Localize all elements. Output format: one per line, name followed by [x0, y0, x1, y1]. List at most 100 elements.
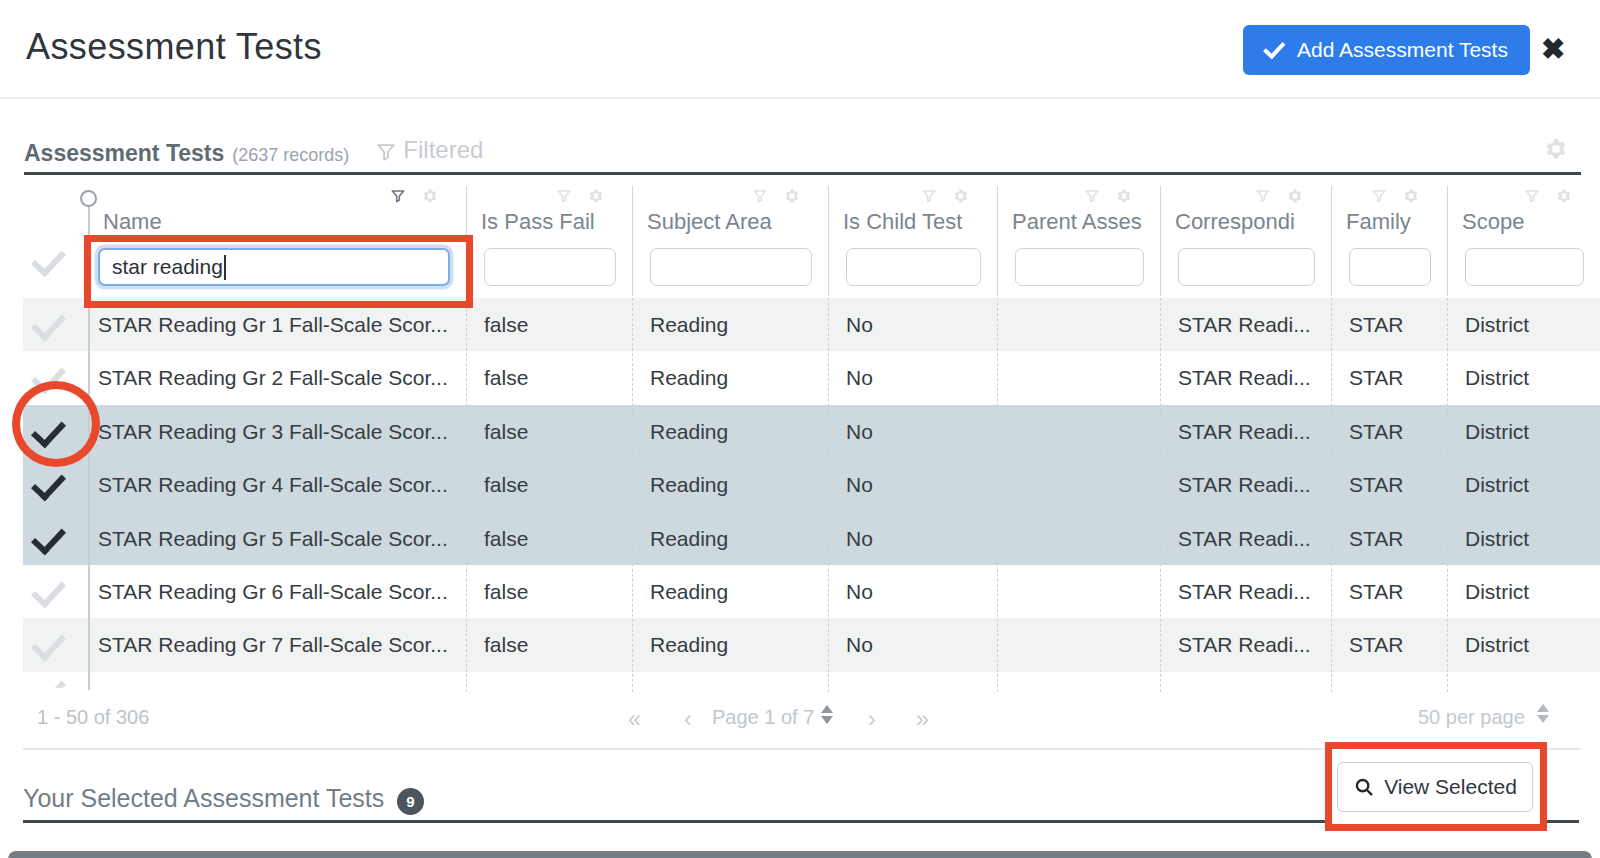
row-check-icon[interactable]: [31, 519, 66, 555]
table-cell: Reading: [650, 512, 820, 565]
table-cell: STAR: [1349, 298, 1439, 351]
table-cell: STAR Readi...: [1178, 618, 1323, 671]
table-row[interactable]: STAR Reading Gr 2 Fall-Scale Scor... fals…: [23, 351, 1600, 404]
column-separator-dashed: [997, 298, 998, 692]
magnifier-icon: [1353, 776, 1375, 798]
column-settings-icon[interactable]: [784, 188, 800, 208]
row-check-icon[interactable]: [31, 306, 66, 342]
table-cell: STAR: [1349, 351, 1439, 404]
per-page-label[interactable]: 50 per page: [1418, 706, 1525, 729]
table-cell: District: [1465, 565, 1592, 618]
table-cell: STAR: [1349, 565, 1439, 618]
table-cell: false: [484, 351, 624, 404]
filter-input-scope[interactable]: [1465, 248, 1584, 286]
table-row[interactable]: STAR Reading Gr 3 Fall-Scale Scor... fals…: [23, 405, 1600, 458]
grid-section-header: Assessment Tests (2637 records) Filtered: [24, 136, 483, 167]
table-row[interactable]: STAR Reading Gr 5 Fall-Scale Scor...fals…: [23, 512, 1600, 565]
close-icon[interactable]: ✖: [1541, 32, 1565, 66]
table-cell: STAR Reading Gr 7 Fall-Scale Scor...: [98, 618, 458, 671]
column-settings-icon[interactable]: [1556, 188, 1572, 208]
filter-input-correspondi[interactable]: [1178, 248, 1315, 286]
first-page-icon[interactable]: «: [628, 706, 641, 733]
table-row[interactable]: STAR Reading Gr 7 Fall-Scale Scor...fals…: [23, 618, 1600, 671]
filter-icon[interactable]: [1524, 188, 1540, 208]
select-all-check-icon[interactable]: [31, 242, 66, 278]
per-page-up-icon[interactable]: [1537, 704, 1549, 712]
table-row[interactable]: STAR Reading Gr 6 Fall-Scale Scor... fals…: [23, 565, 1600, 618]
table-cell: STAR Reading Gr 5 Fall-Scale Scor...: [98, 512, 458, 565]
column-separator: [828, 186, 829, 296]
table-cell: No: [846, 618, 989, 671]
pagination-bar: 1 - 50 of 306 « ‹ Page 1 of 7 › » 50 per…: [0, 698, 1600, 738]
table-cell: District: [1465, 351, 1592, 404]
column-separator-dashed: [828, 298, 829, 692]
checkmark-icon: [1263, 36, 1285, 59]
filter-icon[interactable]: [752, 188, 768, 208]
table-cell: Reading: [650, 405, 820, 458]
selected-count-badge: 9: [397, 788, 424, 815]
filter-icon[interactable]: [921, 188, 937, 208]
per-page-down-icon[interactable]: [1537, 715, 1549, 723]
last-page-icon[interactable]: »: [916, 706, 929, 733]
table-cell: District: [1465, 512, 1592, 565]
table-cell: false: [484, 458, 624, 511]
grid-settings-gear-icon[interactable]: [1544, 137, 1568, 165]
table-cell: STAR: [1349, 458, 1439, 511]
table-cell: Reading: [650, 351, 820, 404]
add-assessment-tests-button[interactable]: Add Assessment Tests: [1243, 25, 1530, 75]
column-settings-icon[interactable]: [1116, 188, 1132, 208]
table-cell: STAR: [1349, 512, 1439, 565]
table-cell: District: [1465, 618, 1592, 671]
page-down-icon[interactable]: [821, 716, 833, 724]
filtered-indicator[interactable]: Filtered: [375, 136, 483, 164]
row-check-icon[interactable]: [31, 573, 66, 609]
annotation-circle-selected-checkmark: [12, 381, 100, 467]
filter-input-is-pass-fail[interactable]: [484, 248, 616, 286]
row-check-icon[interactable]: [31, 466, 66, 502]
table-cell: STAR Readi...: [1178, 458, 1323, 511]
column-separator: [1160, 186, 1161, 296]
column-settings-icon[interactable]: [1403, 188, 1419, 208]
view-selected-button[interactable]: View Selected: [1337, 762, 1533, 812]
table-cell: No: [846, 298, 989, 351]
table-cell: false: [484, 565, 624, 618]
prev-page-icon[interactable]: ‹: [684, 706, 692, 733]
table-cell: STAR Readi...: [1178, 351, 1323, 404]
table-cell: Reading: [650, 618, 820, 671]
column-separator-dashed: [632, 298, 633, 692]
filter-input-parent-asses[interactable]: [1015, 248, 1144, 286]
column-separator-dashed: [1160, 298, 1161, 692]
column-resize-handle[interactable]: [80, 190, 97, 207]
table-cell: false: [484, 405, 624, 458]
table-cell: STAR Reading Gr 2 Fall-Scale Scor...: [98, 351, 458, 404]
table-cell: STAR Reading Gr 6 Fall-Scale Scor...: [98, 565, 458, 618]
column-settings-icon[interactable]: [588, 188, 604, 208]
filter-icon: [375, 141, 397, 163]
table-cell: STAR Reading Gr 3 Fall-Scale Scor...: [98, 405, 458, 458]
filter-icon[interactable]: [556, 188, 572, 208]
column-settings-icon[interactable]: [422, 188, 438, 208]
table-cell: District: [1465, 405, 1592, 458]
column-separator: [1331, 186, 1332, 296]
next-page-icon[interactable]: ›: [868, 706, 876, 733]
row-check-icon[interactable]: [31, 626, 66, 662]
page-up-icon[interactable]: [821, 705, 833, 713]
table-cell: District: [1465, 298, 1592, 351]
page-label: Page 1 of 7: [712, 706, 814, 729]
filter-input-subject-area[interactable]: [650, 248, 812, 286]
filter-icon[interactable]: [1255, 188, 1271, 208]
annotation-rectangle-view-selected: View Selected: [1325, 742, 1547, 831]
column-settings-icon[interactable]: [1287, 188, 1303, 208]
filter-icon[interactable]: [390, 188, 406, 208]
filter-icon[interactable]: [1084, 188, 1100, 208]
table-row-partial: [23, 672, 1600, 688]
filter-input-is-child-test[interactable]: [846, 248, 981, 286]
table-cell: Reading: [650, 298, 820, 351]
column-settings-icon[interactable]: [953, 188, 969, 208]
table-cell: No: [846, 512, 989, 565]
filter-icon[interactable]: [1371, 188, 1387, 208]
table-row[interactable]: STAR Reading Gr 4 Fall-Scale Scor...fals…: [23, 458, 1600, 511]
column-separator: [1447, 186, 1448, 296]
filter-input-family[interactable]: [1349, 248, 1431, 286]
table-cell: STAR Readi...: [1178, 565, 1323, 618]
